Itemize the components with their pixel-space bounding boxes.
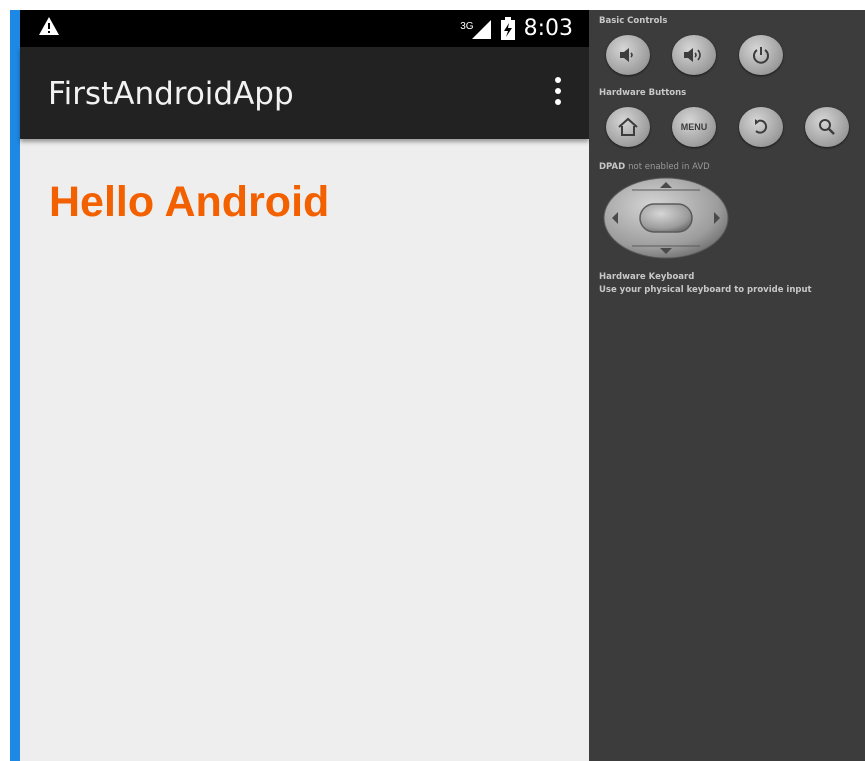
emulator-controls-panel: Basic Controls Hardware Buttons MENU DPA…: [589, 10, 865, 761]
menu-button[interactable]: MENU: [672, 107, 716, 147]
basic-controls-title: Basic Controls: [599, 16, 668, 26]
action-bar: FirstAndroidApp: [20, 47, 589, 139]
volume-up-button[interactable]: [672, 35, 716, 75]
network-type-label: 3G: [460, 20, 474, 32]
menu-button-label: MENU: [680, 122, 708, 132]
hardware-keyboard-description: Use your physical keyboard to provide in…: [599, 285, 812, 295]
status-time: 8:03: [523, 16, 573, 41]
power-button[interactable]: [739, 35, 783, 75]
hello-text: Hello Android: [49, 178, 330, 226]
volume-up-icon: [684, 48, 701, 62]
dpad-control[interactable]: [602, 176, 730, 260]
status-bar: 3G 8:03: [20, 10, 589, 47]
hardware-buttons-title: Hardware Buttons: [599, 88, 687, 98]
dpad-title: DPAD not enabled in AVD: [599, 162, 710, 172]
search-button[interactable]: [805, 107, 849, 147]
phone-screen: 3G 8:03 FirstAndroidApp Hello Android: [10, 10, 589, 761]
battery-icon: [500, 16, 515, 40]
power-icon: [753, 47, 769, 64]
dpad-note: not enabled in AVD: [628, 162, 710, 172]
home-icon: [618, 117, 638, 136]
overflow-menu-icon[interactable]: [553, 77, 563, 111]
volume-down-icon: [620, 48, 633, 62]
back-button[interactable]: [739, 107, 783, 147]
back-icon: [755, 119, 768, 134]
warning-icon: [38, 16, 60, 41]
app-title: FirstAndroidApp: [48, 76, 294, 112]
home-button[interactable]: [606, 107, 650, 147]
volume-down-button[interactable]: [606, 35, 650, 75]
hardware-keyboard-title: Hardware Keyboard: [599, 272, 695, 282]
search-icon: [819, 119, 835, 135]
